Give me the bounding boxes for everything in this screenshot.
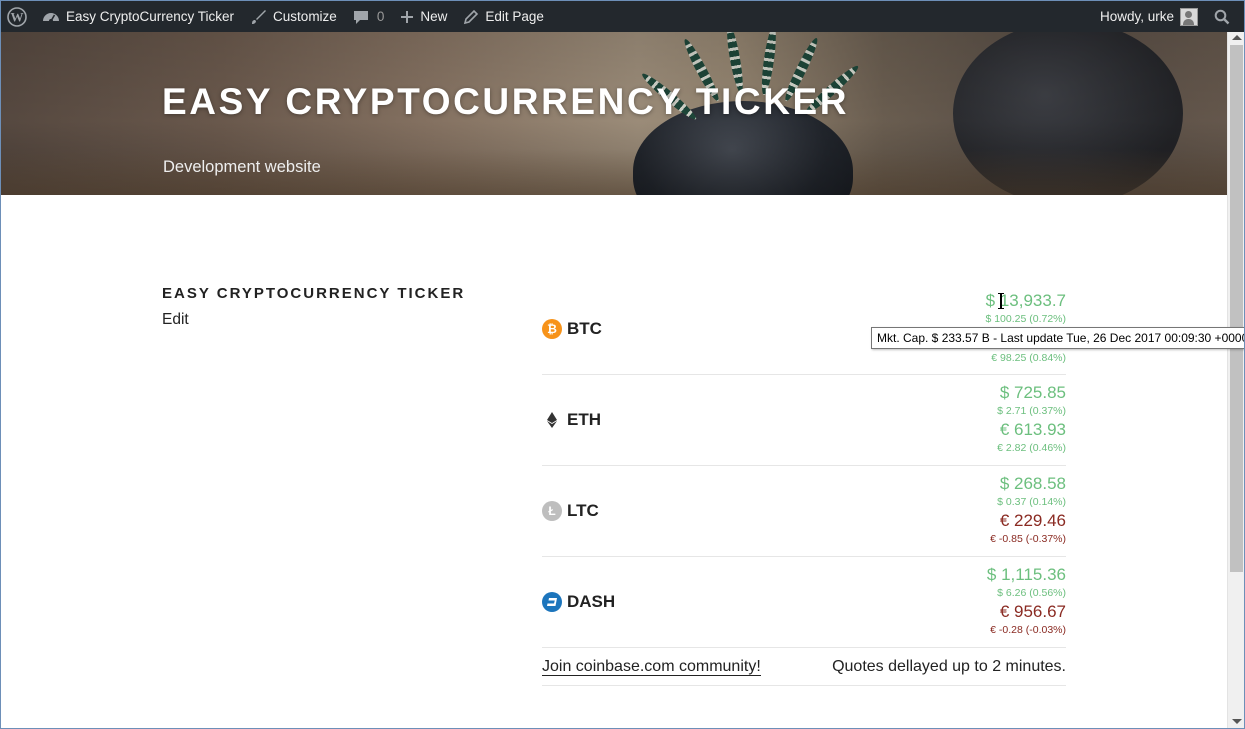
edit-link[interactable]: Edit xyxy=(162,311,189,329)
eur-price[interactable]: € 956.67 xyxy=(542,601,1066,623)
page-title: EASY CRYPTOCURRENCY TICKER xyxy=(162,285,466,302)
usd-change: $ 100.25 (0.72%) xyxy=(985,313,1066,325)
usd-price[interactable]: $ 1,115.36 xyxy=(542,564,1066,586)
coin-label: DASH xyxy=(542,592,615,612)
dashboard-icon xyxy=(43,12,59,23)
avatar xyxy=(1180,7,1198,26)
wordpress-icon: W xyxy=(7,6,27,27)
text-cursor-icon xyxy=(998,293,1004,309)
coin-symbol: ETH xyxy=(567,410,601,429)
eur-change: € 2.82 (0.46%) xyxy=(997,442,1066,454)
site-name-menu[interactable]: Easy CryptoCurrency Ticker xyxy=(34,1,242,32)
coin-label: Ł LTC xyxy=(542,501,599,521)
eur-price[interactable]: € 229.46 xyxy=(542,510,1066,532)
coin-label: ETH xyxy=(542,410,601,430)
scroll-down-arrow-icon[interactable] xyxy=(1232,719,1242,724)
eur-change: € -0.85 (-0.37%) xyxy=(990,533,1066,545)
usd-change: $ 6.26 (0.56%) xyxy=(997,587,1066,599)
howdy-label: Howdy, urke xyxy=(1099,9,1174,24)
usd-change: $ 0.37 (0.14%) xyxy=(997,496,1066,508)
plus-icon xyxy=(401,10,414,23)
scrollbar-thumb[interactable] xyxy=(1230,45,1243,572)
site-title[interactable]: EASY CRYPTOCURRENCY TICKER xyxy=(162,81,849,123)
usd-price[interactable]: $ 13,933.7 xyxy=(542,290,1066,312)
search-button[interactable] xyxy=(1202,1,1244,32)
coin-symbol: DASH xyxy=(567,592,616,611)
edit-page-label: Edit Page xyxy=(485,9,544,24)
site-description: Development website xyxy=(163,158,321,176)
coin-symbol: LTC xyxy=(567,501,599,520)
new-label: New xyxy=(420,9,448,24)
litecoin-icon: Ł xyxy=(542,501,562,521)
ethereum-icon xyxy=(542,410,562,430)
coinbase-community-link[interactable]: Join coinbase.com community! xyxy=(542,658,761,676)
coin-prices: $ 725.85 $ 2.71 (0.37%) € 613.93 € 2.82 … xyxy=(542,375,1066,456)
bitcoin-icon: ₿ xyxy=(542,319,562,339)
customize-button[interactable]: Customize xyxy=(242,1,345,32)
admin-bar: W Easy CryptoCurrency Ticker Customize 0… xyxy=(1,1,1244,32)
ticker-row-eth: ETH $ 725.85 $ 2.71 (0.37%) € 613.93 € 2… xyxy=(542,375,1066,466)
comments-button[interactable]: 0 xyxy=(345,1,393,32)
comments-count: 0 xyxy=(376,9,385,24)
search-icon xyxy=(1214,9,1230,24)
coin-prices: $ 268.58 $ 0.37 (0.14%) € 229.46 € -0.85… xyxy=(542,466,1066,547)
new-content-button[interactable]: New xyxy=(392,1,455,32)
ticker-footer: Join coinbase.com community! Quotes dell… xyxy=(542,648,1066,686)
ticker-row-dash: DASH $ 1,115.36 $ 6.26 (0.56%) € 956.67 … xyxy=(542,557,1066,648)
usd-price[interactable]: $ 268.58 xyxy=(542,473,1066,495)
coin-prices: $ 1,115.36 $ 6.26 (0.56%) € 956.67 € -0.… xyxy=(542,557,1066,638)
my-account-menu[interactable]: Howdy, urke xyxy=(1092,1,1202,32)
scroll-up-arrow-icon[interactable] xyxy=(1232,35,1242,40)
customize-label: Customize xyxy=(273,9,337,24)
coin-symbol: BTC xyxy=(567,319,602,338)
brush-icon xyxy=(252,9,267,24)
eur-change: € -0.28 (-0.03%) xyxy=(990,624,1066,636)
wordpress-logo-button[interactable]: W xyxy=(1,1,34,32)
dash-icon xyxy=(542,592,562,612)
usd-change: $ 2.71 (0.37%) xyxy=(997,405,1066,417)
market-cap-tooltip: Mkt. Cap. $ 233.57 B - Last update Tue, … xyxy=(871,327,1245,349)
eur-price[interactable]: € 613.93 xyxy=(542,419,1066,441)
coin-label: ₿ BTC xyxy=(542,319,602,339)
edit-page-button[interactable]: Edit Page xyxy=(455,1,552,32)
quotes-delay-note: Quotes dellayed up to 2 minutes. xyxy=(832,657,1066,675)
site-name-label: Easy CryptoCurrency Ticker xyxy=(66,9,235,24)
page-scrollbar[interactable] xyxy=(1227,31,1245,728)
eur-change: € 98.25 (0.84%) xyxy=(991,352,1066,364)
svg-text:W: W xyxy=(11,9,24,24)
crypto-ticker: ₿ BTC $ 13,933.7 $ 100.25 (0.72%) € 98.2… xyxy=(542,290,1066,686)
usd-price[interactable]: $ 725.85 xyxy=(542,382,1066,404)
site-header: EASY CRYPTOCURRENCY TICKER Development w… xyxy=(1,31,1227,195)
ticker-row-ltc: Ł LTC $ 268.58 $ 0.37 (0.14%) € 229.46 €… xyxy=(542,466,1066,557)
pencil-icon xyxy=(464,9,479,24)
comment-icon xyxy=(353,10,368,24)
